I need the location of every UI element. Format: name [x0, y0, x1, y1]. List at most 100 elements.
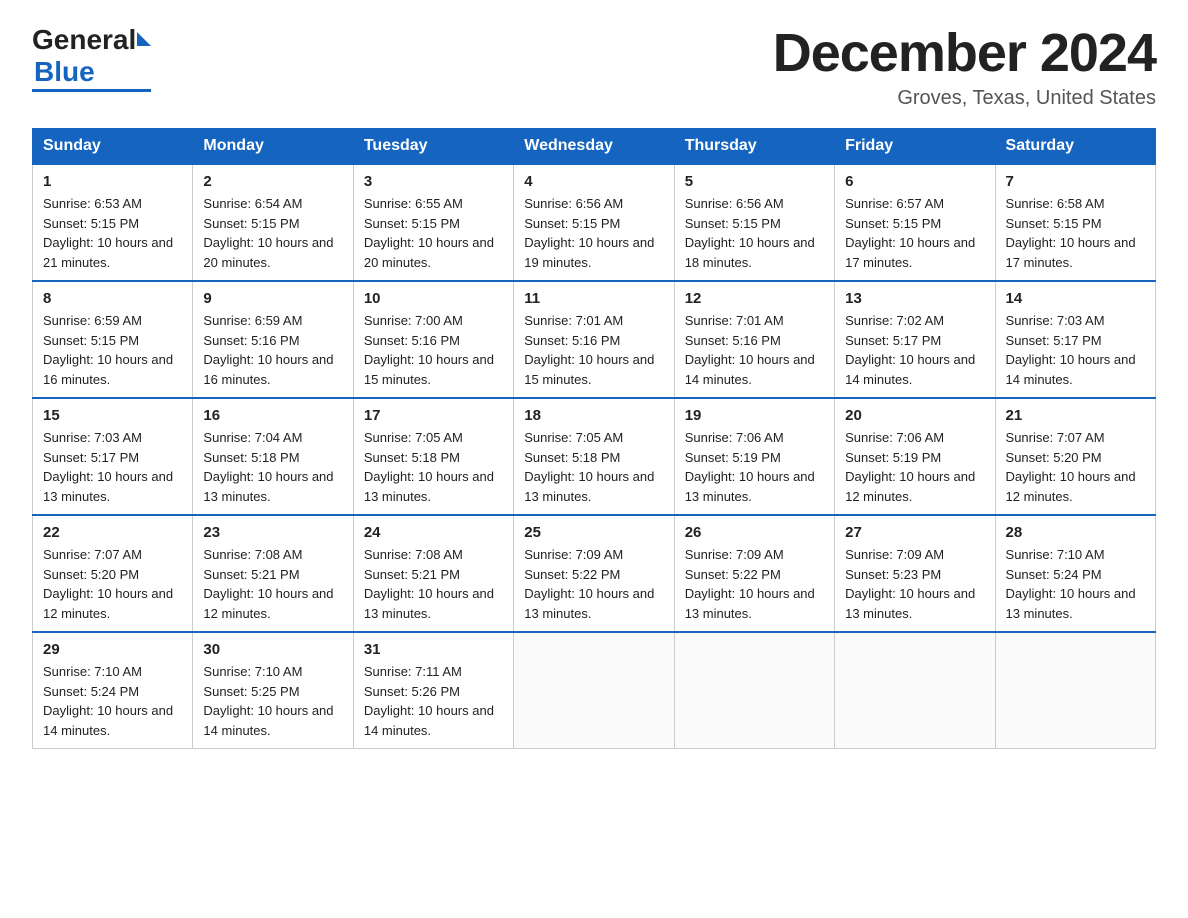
- day-info: Sunrise: 6:56 AMSunset: 5:15 PMDaylight:…: [685, 194, 824, 272]
- calendar-day-cell: 13 Sunrise: 7:02 AMSunset: 5:17 PMDaylig…: [835, 281, 995, 398]
- weekday-header-sunday: Sunday: [33, 129, 193, 165]
- day-info: Sunrise: 7:09 AMSunset: 5:22 PMDaylight:…: [524, 545, 663, 623]
- calendar-table: SundayMondayTuesdayWednesdayThursdayFrid…: [32, 128, 1156, 749]
- day-number: 14: [1006, 290, 1145, 307]
- calendar-day-cell: 12 Sunrise: 7:01 AMSunset: 5:16 PMDaylig…: [674, 281, 834, 398]
- calendar-day-cell: 7 Sunrise: 6:58 AMSunset: 5:15 PMDayligh…: [995, 164, 1155, 281]
- day-info: Sunrise: 7:05 AMSunset: 5:18 PMDaylight:…: [364, 428, 503, 506]
- day-info: Sunrise: 7:10 AMSunset: 5:25 PMDaylight:…: [203, 662, 342, 740]
- calendar-day-cell: 18 Sunrise: 7:05 AMSunset: 5:18 PMDaylig…: [514, 398, 674, 515]
- day-number: 21: [1006, 407, 1145, 424]
- calendar-day-cell: [835, 632, 995, 749]
- logo-blue-text: Blue: [34, 56, 95, 88]
- calendar-day-cell: 31 Sunrise: 7:11 AMSunset: 5:26 PMDaylig…: [353, 632, 513, 749]
- day-info: Sunrise: 7:05 AMSunset: 5:18 PMDaylight:…: [524, 428, 663, 506]
- calendar-week-row: 8 Sunrise: 6:59 AMSunset: 5:15 PMDayligh…: [33, 281, 1156, 398]
- calendar-day-cell: 3 Sunrise: 6:55 AMSunset: 5:15 PMDayligh…: [353, 164, 513, 281]
- month-title: December 2024: [773, 24, 1156, 83]
- day-number: 10: [364, 290, 503, 307]
- logo-general-text: General: [32, 24, 136, 56]
- day-info: Sunrise: 7:10 AMSunset: 5:24 PMDaylight:…: [1006, 545, 1145, 623]
- day-info: Sunrise: 7:00 AMSunset: 5:16 PMDaylight:…: [364, 311, 503, 389]
- calendar-day-cell: 10 Sunrise: 7:00 AMSunset: 5:16 PMDaylig…: [353, 281, 513, 398]
- weekday-header-friday: Friday: [835, 129, 995, 165]
- calendar-day-cell: 11 Sunrise: 7:01 AMSunset: 5:16 PMDaylig…: [514, 281, 674, 398]
- calendar-day-cell: 29 Sunrise: 7:10 AMSunset: 5:24 PMDaylig…: [33, 632, 193, 749]
- calendar-day-cell: 30 Sunrise: 7:10 AMSunset: 5:25 PMDaylig…: [193, 632, 353, 749]
- day-number: 11: [524, 290, 663, 307]
- day-info: Sunrise: 7:01 AMSunset: 5:16 PMDaylight:…: [685, 311, 824, 389]
- calendar-week-row: 15 Sunrise: 7:03 AMSunset: 5:17 PMDaylig…: [33, 398, 1156, 515]
- day-number: 19: [685, 407, 824, 424]
- weekday-header-saturday: Saturday: [995, 129, 1155, 165]
- day-info: Sunrise: 7:07 AMSunset: 5:20 PMDaylight:…: [43, 545, 182, 623]
- day-info: Sunrise: 7:04 AMSunset: 5:18 PMDaylight:…: [203, 428, 342, 506]
- calendar-day-cell: 4 Sunrise: 6:56 AMSunset: 5:15 PMDayligh…: [514, 164, 674, 281]
- logo: General Blue: [32, 24, 151, 92]
- day-number: 15: [43, 407, 182, 424]
- location-subtitle: Groves, Texas, United States: [773, 87, 1156, 110]
- day-number: 24: [364, 524, 503, 541]
- day-info: Sunrise: 6:54 AMSunset: 5:15 PMDaylight:…: [203, 194, 342, 272]
- calendar-day-cell: 21 Sunrise: 7:07 AMSunset: 5:20 PMDaylig…: [995, 398, 1155, 515]
- calendar-day-cell: 16 Sunrise: 7:04 AMSunset: 5:18 PMDaylig…: [193, 398, 353, 515]
- logo-arrow-icon: [137, 32, 151, 46]
- calendar-day-cell: 22 Sunrise: 7:07 AMSunset: 5:20 PMDaylig…: [33, 515, 193, 632]
- day-number: 8: [43, 290, 182, 307]
- calendar-week-row: 29 Sunrise: 7:10 AMSunset: 5:24 PMDaylig…: [33, 632, 1156, 749]
- day-number: 1: [43, 173, 182, 190]
- weekday-header-tuesday: Tuesday: [353, 129, 513, 165]
- calendar-day-cell: 8 Sunrise: 6:59 AMSunset: 5:15 PMDayligh…: [33, 281, 193, 398]
- day-number: 12: [685, 290, 824, 307]
- day-number: 18: [524, 407, 663, 424]
- page-header: General Blue December 2024 Groves, Texas…: [32, 24, 1156, 110]
- day-info: Sunrise: 7:03 AMSunset: 5:17 PMDaylight:…: [43, 428, 182, 506]
- calendar-day-cell: 28 Sunrise: 7:10 AMSunset: 5:24 PMDaylig…: [995, 515, 1155, 632]
- day-info: Sunrise: 6:55 AMSunset: 5:15 PMDaylight:…: [364, 194, 503, 272]
- day-number: 13: [845, 290, 984, 307]
- day-info: Sunrise: 7:07 AMSunset: 5:20 PMDaylight:…: [1006, 428, 1145, 506]
- day-number: 4: [524, 173, 663, 190]
- calendar-day-cell: 6 Sunrise: 6:57 AMSunset: 5:15 PMDayligh…: [835, 164, 995, 281]
- calendar-day-cell: [995, 632, 1155, 749]
- day-info: Sunrise: 7:08 AMSunset: 5:21 PMDaylight:…: [203, 545, 342, 623]
- day-info: Sunrise: 6:56 AMSunset: 5:15 PMDaylight:…: [524, 194, 663, 272]
- calendar-day-cell: 5 Sunrise: 6:56 AMSunset: 5:15 PMDayligh…: [674, 164, 834, 281]
- calendar-day-cell: 20 Sunrise: 7:06 AMSunset: 5:19 PMDaylig…: [835, 398, 995, 515]
- calendar-week-row: 22 Sunrise: 7:07 AMSunset: 5:20 PMDaylig…: [33, 515, 1156, 632]
- calendar-day-cell: 19 Sunrise: 7:06 AMSunset: 5:19 PMDaylig…: [674, 398, 834, 515]
- calendar-day-cell: 9 Sunrise: 6:59 AMSunset: 5:16 PMDayligh…: [193, 281, 353, 398]
- weekday-header-row: SundayMondayTuesdayWednesdayThursdayFrid…: [33, 129, 1156, 165]
- day-info: Sunrise: 7:03 AMSunset: 5:17 PMDaylight:…: [1006, 311, 1145, 389]
- day-info: Sunrise: 7:09 AMSunset: 5:23 PMDaylight:…: [845, 545, 984, 623]
- title-block: December 2024 Groves, Texas, United Stat…: [773, 24, 1156, 110]
- day-number: 25: [524, 524, 663, 541]
- calendar-day-cell: 1 Sunrise: 6:53 AMSunset: 5:15 PMDayligh…: [33, 164, 193, 281]
- day-info: Sunrise: 7:09 AMSunset: 5:22 PMDaylight:…: [685, 545, 824, 623]
- day-info: Sunrise: 6:58 AMSunset: 5:15 PMDaylight:…: [1006, 194, 1145, 272]
- calendar-day-cell: 2 Sunrise: 6:54 AMSunset: 5:15 PMDayligh…: [193, 164, 353, 281]
- calendar-day-cell: 14 Sunrise: 7:03 AMSunset: 5:17 PMDaylig…: [995, 281, 1155, 398]
- day-number: 6: [845, 173, 984, 190]
- day-number: 22: [43, 524, 182, 541]
- day-info: Sunrise: 6:57 AMSunset: 5:15 PMDaylight:…: [845, 194, 984, 272]
- day-number: 30: [203, 641, 342, 658]
- day-number: 17: [364, 407, 503, 424]
- day-number: 16: [203, 407, 342, 424]
- day-info: Sunrise: 6:59 AMSunset: 5:15 PMDaylight:…: [43, 311, 182, 389]
- day-number: 27: [845, 524, 984, 541]
- weekday-header-wednesday: Wednesday: [514, 129, 674, 165]
- day-info: Sunrise: 7:01 AMSunset: 5:16 PMDaylight:…: [524, 311, 663, 389]
- day-number: 3: [364, 173, 503, 190]
- day-info: Sunrise: 6:53 AMSunset: 5:15 PMDaylight:…: [43, 194, 182, 272]
- day-info: Sunrise: 7:02 AMSunset: 5:17 PMDaylight:…: [845, 311, 984, 389]
- day-number: 23: [203, 524, 342, 541]
- weekday-header-thursday: Thursday: [674, 129, 834, 165]
- weekday-header-monday: Monday: [193, 129, 353, 165]
- day-number: 29: [43, 641, 182, 658]
- calendar-week-row: 1 Sunrise: 6:53 AMSunset: 5:15 PMDayligh…: [33, 164, 1156, 281]
- calendar-day-cell: 15 Sunrise: 7:03 AMSunset: 5:17 PMDaylig…: [33, 398, 193, 515]
- day-info: Sunrise: 7:11 AMSunset: 5:26 PMDaylight:…: [364, 662, 503, 740]
- calendar-day-cell: [514, 632, 674, 749]
- calendar-day-cell: 24 Sunrise: 7:08 AMSunset: 5:21 PMDaylig…: [353, 515, 513, 632]
